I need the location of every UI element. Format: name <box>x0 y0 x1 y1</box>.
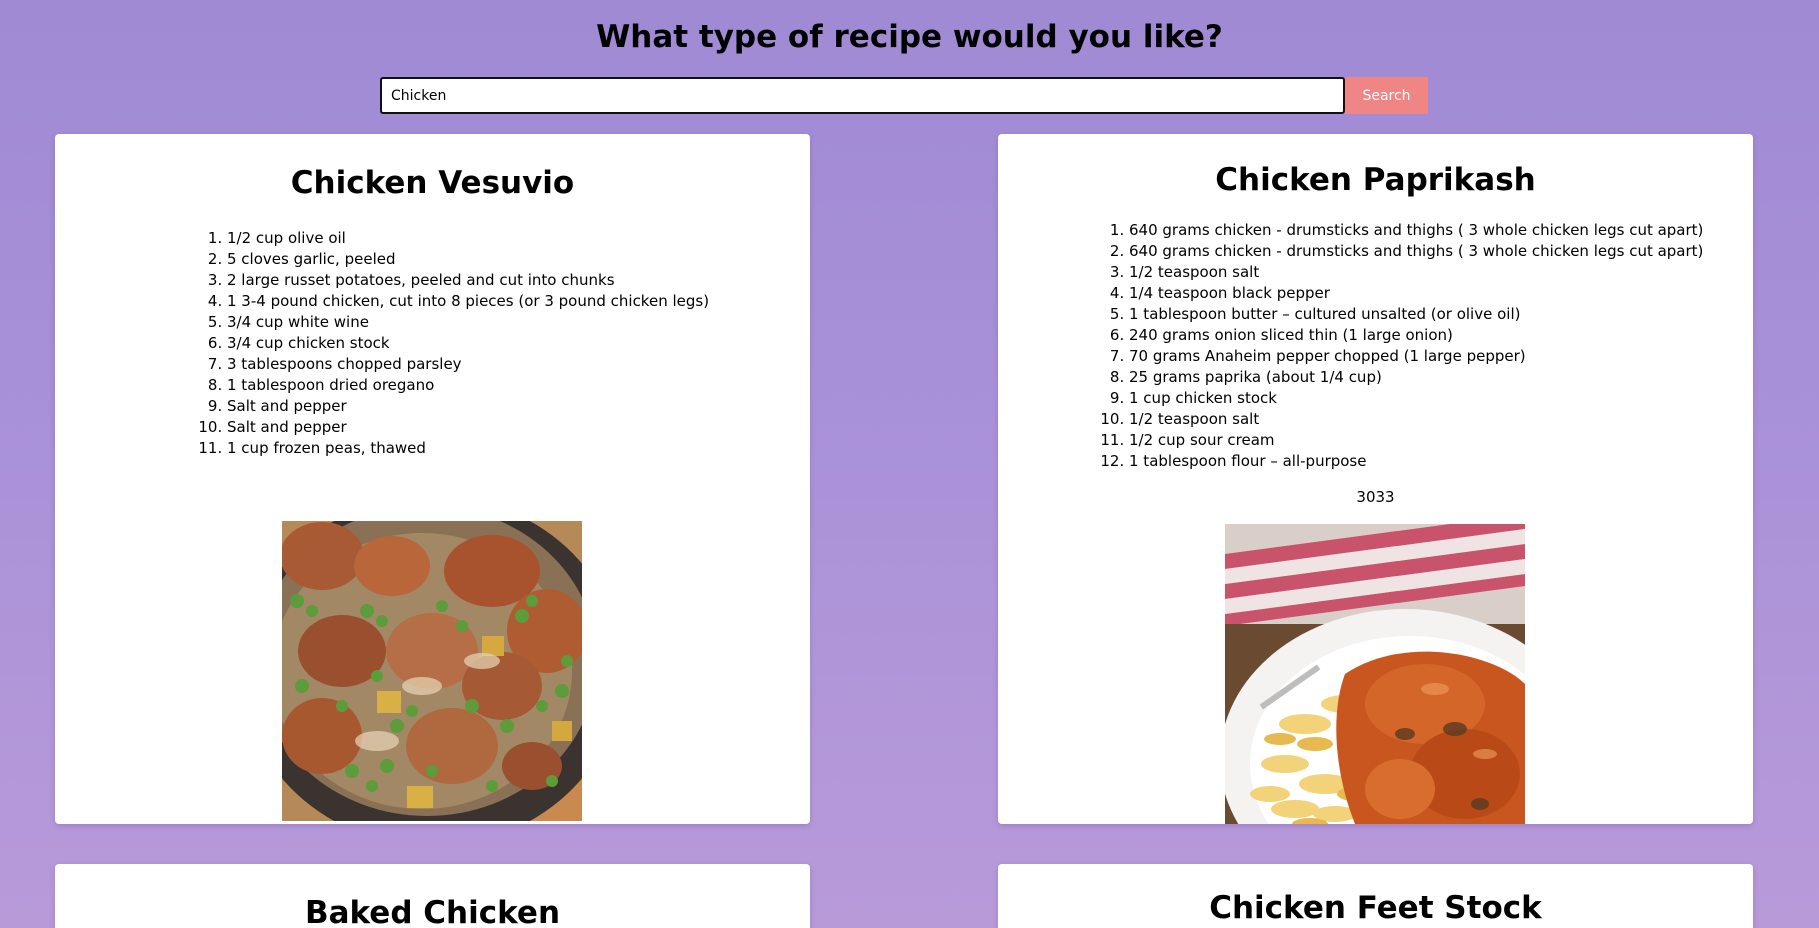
recipe-title: Chicken Feet Stock <box>1209 890 1542 926</box>
ingredient-item: 1 cup frozen peas, thawed <box>227 438 709 459</box>
ingredient-item: 1 tablespoon butter – cultured unsalted … <box>1129 304 1703 325</box>
chicken-paprikash-photo <box>1225 524 1525 824</box>
recipe-card: Chicken Paprikash 640 grams chicken - dr… <box>998 134 1753 824</box>
ingredient-item: 3/4 cup white wine <box>227 312 709 333</box>
ingredient-item: 1/2 cup sour cream <box>1129 430 1703 451</box>
ingredient-item: 1 tablespoon dried oregano <box>227 375 709 396</box>
ingredient-item: 1/4 teaspoon black pepper <box>1129 283 1703 304</box>
ingredient-item: 5 cloves garlic, peeled <box>227 249 709 270</box>
recipe-image <box>1225 524 1525 824</box>
recipe-card: Chicken Vesuvio 1/2 cup olive oil 5 clov… <box>55 134 810 824</box>
ingredient-item: 1/2 cup olive oil <box>227 228 709 249</box>
ingredient-item: 1 cup chicken stock <box>1129 388 1703 409</box>
recipe-search-page: What type of recipe would you like? Sear… <box>0 0 1819 928</box>
ingredient-item: 1/2 teaspoon salt <box>1129 409 1703 430</box>
recipe-card: Baked Chicken <box>55 864 810 928</box>
search-input[interactable] <box>380 77 1345 114</box>
ingredient-item: Salt and pepper <box>227 396 709 417</box>
recipe-card: Chicken Feet Stock <box>998 864 1753 928</box>
ingredient-item: 2 large russet potatoes, peeled and cut … <box>227 270 709 291</box>
page-title: What type of recipe would you like? <box>596 19 1223 55</box>
search-bar: Search <box>380 77 1428 114</box>
ingredient-item: 640 grams chicken - drumsticks and thigh… <box>1129 241 1703 262</box>
search-button[interactable]: Search <box>1345 77 1428 114</box>
ingredient-list: 640 grams chicken - drumsticks and thigh… <box>1129 220 1703 472</box>
ingredient-item: 640 grams chicken - drumsticks and thigh… <box>1129 220 1703 241</box>
ingredient-item: 3 tablespoons chopped parsley <box>227 354 709 375</box>
ingredient-item: 3/4 cup chicken stock <box>227 333 709 354</box>
ingredient-item: 1 3-4 pound chicken, cut into 8 pieces (… <box>227 291 709 312</box>
ingredient-item: Salt and pepper <box>227 417 709 438</box>
ingredient-list: 1/2 cup olive oil 5 cloves garlic, peele… <box>227 228 709 459</box>
recipe-title: Baked Chicken <box>304 895 561 928</box>
recipe-title: Chicken Vesuvio <box>290 165 575 201</box>
ingredient-item: 1 tablespoon flour – all-purpose <box>1129 451 1703 472</box>
recipe-title: Chicken Paprikash <box>1215 162 1536 198</box>
ingredient-item: 25 grams paprika (about 1/4 cup) <box>1129 367 1703 388</box>
ingredient-item: 70 grams Anaheim pepper chopped (1 large… <box>1129 346 1703 367</box>
chicken-vesuvio-photo <box>282 521 582 821</box>
recipe-image <box>282 521 582 821</box>
recipe-count: 3033 <box>1356 488 1395 506</box>
ingredient-item: 240 grams onion sliced thin (1 large oni… <box>1129 325 1703 346</box>
ingredient-item: 1/2 teaspoon salt <box>1129 262 1703 283</box>
